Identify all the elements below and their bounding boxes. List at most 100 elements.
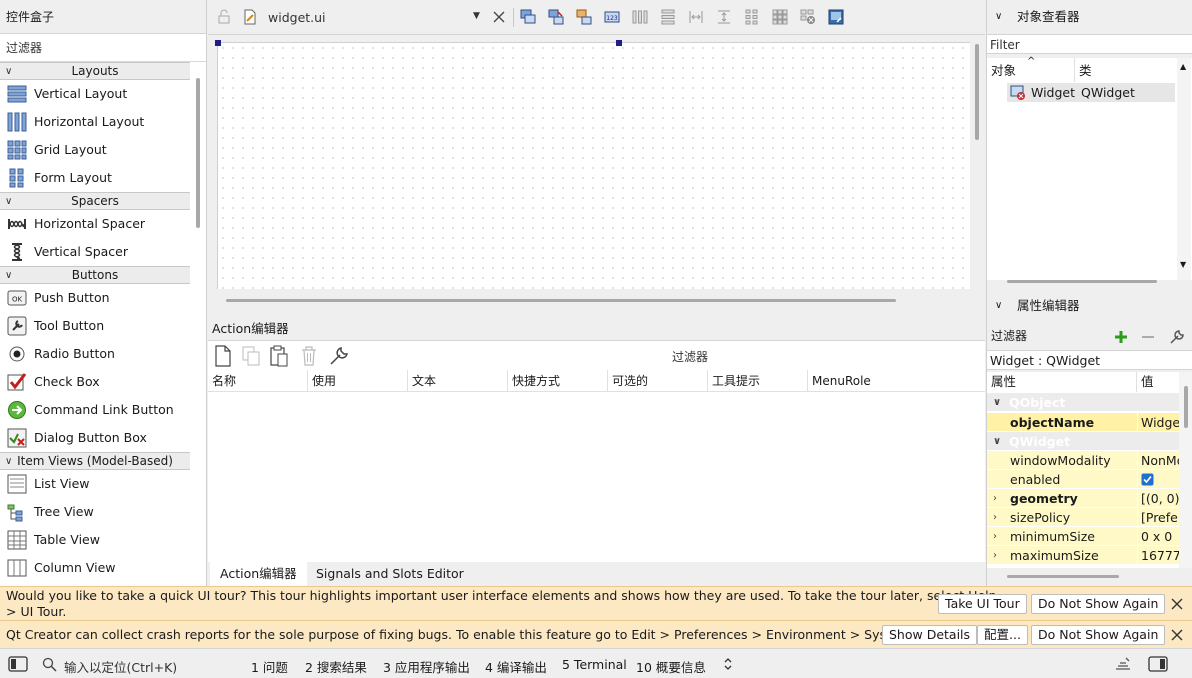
configure-wrench-icon[interactable]: [328, 345, 350, 367]
pane-general-messages[interactable]: 10 概要信息: [636, 657, 706, 676]
scroll-down-icon[interactable]: ▼: [1180, 260, 1186, 269]
property-group-qobject[interactable]: ∨ QObject: [987, 393, 1179, 412]
scroll-up-icon[interactable]: ▲: [1180, 62, 1186, 71]
column-header-tooltip[interactable]: 工具提示: [708, 370, 808, 392]
property-value[interactable]: NonModal: [1137, 451, 1179, 470]
lay-out-grid-icon[interactable]: [772, 9, 788, 25]
toggle-right-sidebar-icon[interactable]: [1146, 654, 1170, 674]
widget-form-layout[interactable]: Form Layout: [0, 164, 190, 192]
lay-out-vertically-icon[interactable]: [660, 9, 676, 25]
selection-handle-top-middle[interactable]: [616, 40, 622, 46]
pane-compile-output[interactable]: 4 编译输出: [485, 657, 547, 676]
column-header-class[interactable]: 类: [1075, 58, 1175, 82]
widget-command-link-button[interactable]: Command Link Button: [0, 396, 190, 424]
edit-tab-order-icon[interactable]: 123: [604, 9, 620, 25]
object-filter-input[interactable]: Filter: [987, 34, 1192, 54]
column-header-checkable[interactable]: 可选的: [608, 370, 708, 392]
edit-signals-slots-icon[interactable]: [548, 9, 564, 25]
property-value[interactable]: 16777215 x 16777215: [1137, 546, 1179, 565]
property-value[interactable]: [1137, 470, 1179, 489]
do-not-show-again-button-2[interactable]: Do Not Show Again: [1031, 625, 1166, 645]
add-dynamic-property-icon[interactable]: [1113, 329, 1129, 345]
selection-handle-top-left[interactable]: [215, 40, 221, 46]
category-layouts[interactable]: ∨ Layouts: [0, 62, 190, 80]
category-item-views[interactable]: ∨ Item Views (Model-Based): [0, 452, 190, 470]
remove-dynamic-property-icon[interactable]: [1140, 329, 1156, 345]
scroll-thumb[interactable]: [1184, 386, 1188, 428]
category-buttons[interactable]: ∨ Buttons: [0, 266, 190, 284]
widget-radio-button[interactable]: Radio Button: [0, 340, 190, 368]
progress-details-icon[interactable]: [1114, 656, 1132, 672]
take-ui-tour-button[interactable]: Take UI Tour: [938, 594, 1027, 614]
action-table-body[interactable]: [208, 392, 985, 562]
property-row-minimumsize[interactable]: › minimumSize 0 x 0: [987, 527, 1179, 546]
pane-terminal[interactable]: 5 Terminal: [562, 657, 627, 672]
checked-checkbox-icon[interactable]: [1141, 473, 1154, 486]
property-value[interactable]: Widget: [1137, 413, 1179, 432]
property-filter-input[interactable]: 过滤器: [991, 329, 1027, 343]
widget-horizontal-spacer[interactable]: Horizontal Spacer: [0, 210, 190, 238]
widget-grid-layout[interactable]: Grid Layout: [0, 136, 190, 164]
lay-out-vertical-splitter-icon[interactable]: [716, 9, 732, 25]
property-row-geometry[interactable]: › geometry [(0, 0), 800 x 600]: [987, 489, 1179, 508]
widget-vertical-spacer[interactable]: Vertical Spacer: [0, 238, 190, 266]
lock-icon[interactable]: [216, 9, 232, 25]
tab-signals-slots-editor[interactable]: Signals and Slots Editor: [306, 562, 474, 586]
delete-action-icon[interactable]: [299, 345, 319, 367]
copy-action-icon[interactable]: [241, 345, 261, 367]
pane-application-output[interactable]: 3 应用程序输出: [383, 657, 470, 676]
widget-check-box[interactable]: Check Box: [0, 368, 190, 396]
property-row-enabled[interactable]: enabled: [987, 470, 1179, 489]
widget-box-filter-input[interactable]: 过滤器: [0, 34, 206, 62]
edit-widgets-icon[interactable]: [520, 9, 536, 25]
more-panes-icon[interactable]: [722, 657, 734, 671]
widget-table-view[interactable]: Table View: [0, 526, 190, 554]
property-row-sizepolicy[interactable]: › sizePolicy [Preferred, Preferred, 0, 0…: [987, 508, 1179, 527]
property-table-horizontal-scrollbar[interactable]: [1007, 575, 1119, 578]
locator-input[interactable]: 输入以定位(Ctrl+K): [36, 652, 240, 676]
toggle-left-sidebar-icon[interactable]: [6, 654, 30, 674]
lay-out-horizontal-splitter-icon[interactable]: [688, 9, 704, 25]
column-header-property[interactable]: 属性: [987, 372, 1137, 392]
column-header-shortcut[interactable]: 快捷方式: [508, 370, 608, 392]
lay-out-form-icon[interactable]: [744, 9, 760, 25]
edit-buddies-icon[interactable]: [576, 9, 592, 25]
pane-issues[interactable]: 1 问题: [251, 657, 288, 676]
category-spacers[interactable]: ∨ Spacers: [0, 192, 190, 210]
property-row-windowmodality[interactable]: windowModality NonModal: [987, 451, 1179, 470]
property-value[interactable]: 0 x 0: [1137, 527, 1179, 546]
pane-search-results[interactable]: 2 搜索结果: [305, 657, 367, 676]
widget-tool-button[interactable]: Tool Button: [0, 312, 190, 340]
widget-horizontal-layout[interactable]: Horizontal Layout: [0, 108, 190, 136]
show-details-button[interactable]: Show Details: [882, 625, 978, 645]
property-editor-header[interactable]: ∨ 属性编辑器: [987, 292, 1192, 320]
object-tree-vertical-scrollbar[interactable]: ▲ ▼: [1177, 58, 1191, 280]
object-inspector-header[interactable]: ∨ 对象查看器: [987, 0, 1192, 34]
column-header-menurole[interactable]: MenuRole: [808, 370, 985, 392]
object-tree-horizontal-scrollbar[interactable]: [1007, 280, 1157, 283]
canvas-horizontal-scrollbar[interactable]: [226, 299, 896, 302]
widget-dialog-button-box[interactable]: Dialog Button Box: [0, 424, 190, 452]
widget-tree-view[interactable]: Tree View: [0, 498, 190, 526]
column-header-text[interactable]: 文本: [408, 370, 508, 392]
configure-button[interactable]: 配置...: [977, 625, 1028, 645]
property-row-maximumsize[interactable]: › maximumSize 16777215 x 16777215: [987, 546, 1179, 565]
widget-column-view[interactable]: Column View: [0, 554, 190, 582]
widget-list-view[interactable]: List View: [0, 470, 190, 498]
column-header-value[interactable]: 值: [1137, 372, 1179, 392]
new-action-icon[interactable]: [213, 345, 233, 367]
action-filter-input[interactable]: 过滤器: [672, 348, 708, 365]
widget-push-button[interactable]: OK Push Button: [0, 284, 190, 312]
open-file-combo[interactable]: widget.ui: [268, 10, 326, 25]
column-header-name[interactable]: 名称: [208, 370, 308, 392]
widget-vertical-layout[interactable]: Vertical Layout: [0, 80, 190, 108]
widget-box-scrollbar[interactable]: [196, 78, 200, 228]
close-icon[interactable]: [1170, 628, 1184, 642]
column-header-used[interactable]: 使用: [308, 370, 408, 392]
property-row-objectname[interactable]: objectName Widget: [987, 413, 1179, 432]
break-layout-icon[interactable]: [800, 9, 816, 25]
lay-out-horizontally-icon[interactable]: [632, 9, 648, 25]
property-table-vertical-scrollbar[interactable]: [1179, 372, 1192, 568]
property-group-qwidget[interactable]: ∨ QWidget: [987, 432, 1179, 451]
property-value[interactable]: [(0, 0), 800 x 600]: [1137, 489, 1179, 508]
